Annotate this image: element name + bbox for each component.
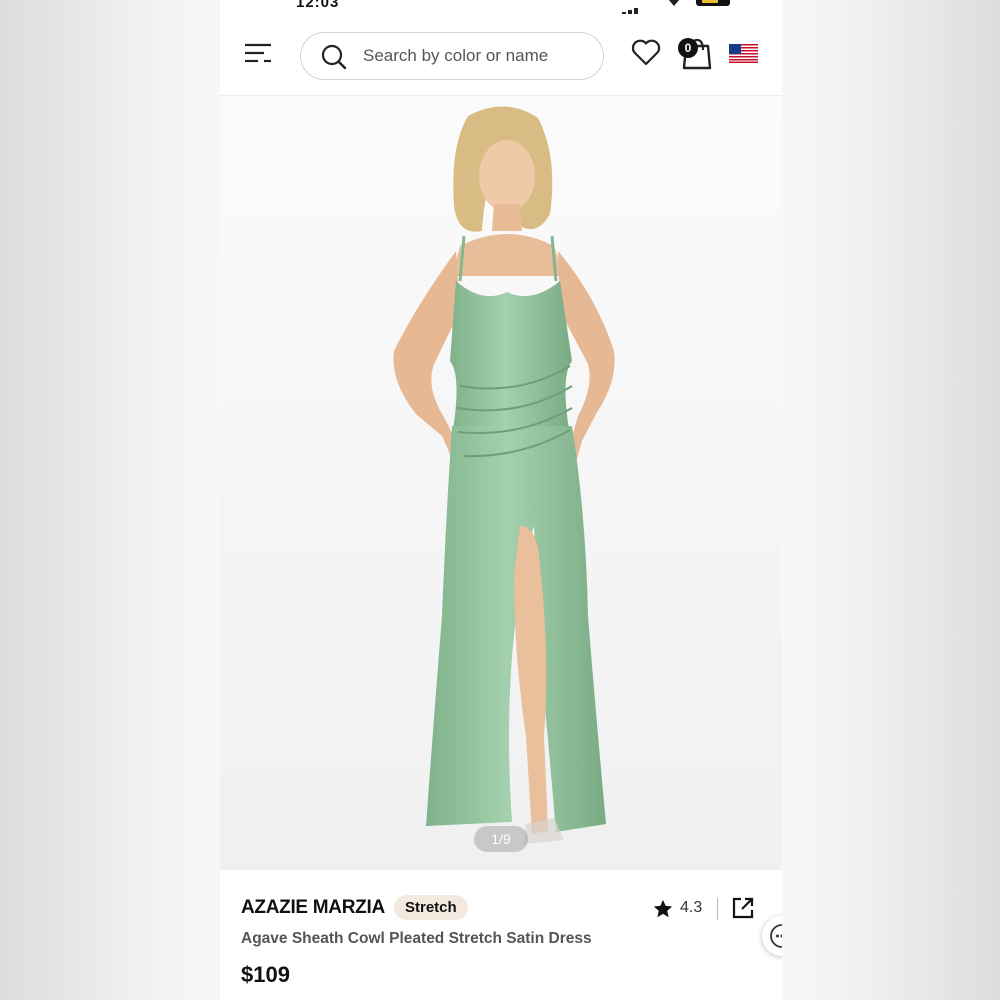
search-icon: [321, 44, 347, 70]
product-image[interactable]: [220, 96, 782, 870]
wifi-icon: [668, 0, 680, 6]
heart-icon[interactable]: [631, 38, 661, 66]
battery-icon: [696, 0, 730, 6]
top-header: Search by color or name 0: [220, 14, 782, 96]
chat-more-button[interactable]: [762, 916, 782, 956]
search-placeholder: Search by color or name: [363, 46, 549, 65]
image-counter: 1/9: [474, 826, 528, 852]
rating-value: 4.3: [680, 899, 703, 916]
status-bar: 12:03: [220, 0, 782, 16]
phone-screen: 12:03 Search by color or name 0 1/9 AZAZ…: [220, 0, 782, 1000]
product-name: Agave Sheath Cowl Pleated Stretch Satin …: [241, 930, 592, 947]
cart-count-badge: 0: [678, 38, 698, 58]
product-brand: AZAZIE MARZIA: [241, 897, 385, 918]
rating-divider: [717, 898, 718, 920]
status-time: 12:03: [296, 0, 340, 11]
model-dress-illustration: [220, 96, 782, 870]
share-external-icon[interactable]: [731, 896, 755, 920]
product-price: $109: [241, 962, 290, 987]
background-left: [0, 0, 220, 1000]
search-input[interactable]: Search by color or name: [300, 32, 604, 80]
menu-filter-icon[interactable]: [244, 42, 272, 64]
chat-more-icon: [770, 924, 782, 948]
signal-icon: [622, 0, 650, 16]
us-flag-icon[interactable]: [729, 44, 758, 63]
background-right: [782, 0, 1000, 1000]
star-icon: [653, 899, 673, 918]
stretch-badge: Stretch: [394, 895, 468, 920]
